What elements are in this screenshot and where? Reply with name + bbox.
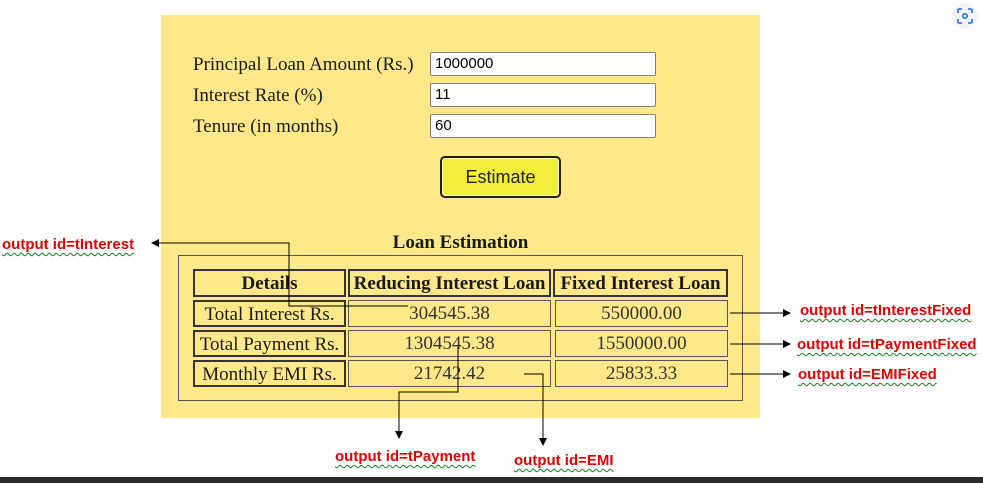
row-label-total-payment: Total Payment Rs. — [193, 330, 346, 357]
output-tInterest: 304545.38 — [348, 300, 551, 327]
interest-rate-input[interactable]: 11 — [430, 83, 656, 107]
annotation-tInterestFixed: output id=tInterestFixed — [800, 302, 972, 319]
header-reducing: Reducing Interest Loan — [348, 269, 551, 297]
interest-rate-label: Interest Rate (%) — [193, 85, 323, 106]
loan-calculator-panel: Principal Loan Amount (Rs.) 1000000 Inte… — [161, 15, 760, 418]
row-label-monthly-emi: Monthly EMI Rs. — [193, 360, 346, 387]
annotation-tPayment: output id=tPayment — [335, 448, 476, 465]
loan-estimation-title: Loan Estimation — [392, 232, 529, 253]
estimate-button[interactable]: Estimate — [440, 156, 561, 198]
principal-label: Principal Loan Amount (Rs.) — [193, 54, 414, 75]
principal-input[interactable]: 1000000 — [430, 52, 656, 76]
screenshot-icon — [957, 8, 973, 24]
screenshot-button[interactable] — [952, 3, 978, 29]
annotation-tPaymentFixed: output id=tPaymentFixed — [797, 336, 977, 353]
output-tPayment: 1304545.38 — [348, 330, 551, 357]
tenure-label: Tenure (in months) — [193, 116, 339, 137]
output-tPaymentFixed: 1550000.00 — [555, 330, 728, 357]
output-EMIFixed: 25833.33 — [555, 360, 728, 387]
annotation-EMIFixed: output id=EMIFixed — [798, 366, 937, 383]
bottom-bar — [0, 477, 983, 483]
header-details: Details — [193, 269, 346, 297]
annotation-EMI: output id=EMI — [514, 452, 614, 469]
output-tInterestFixed: 550000.00 — [555, 300, 728, 327]
header-fixed: Fixed Interest Loan — [553, 269, 728, 297]
annotation-tInterest: output id=tInterest — [2, 236, 135, 253]
output-EMI: 21742.42 — [348, 360, 551, 387]
row-label-total-interest: Total Interest Rs. — [193, 300, 346, 327]
tenure-input[interactable]: 60 — [430, 114, 656, 138]
